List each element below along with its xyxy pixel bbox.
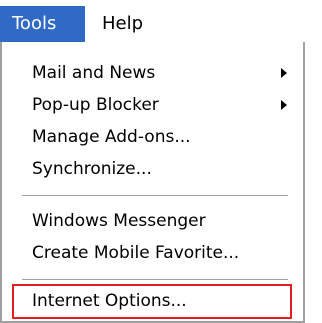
submenu-arrow-icon: [281, 100, 287, 110]
menu-item-popup-blocker[interactable]: Pop-up Blocker: [2, 89, 303, 121]
menu-item-internet-options[interactable]: Internet Options...: [2, 285, 303, 317]
menu-item-manage-addons[interactable]: Manage Add-ons...: [2, 121, 303, 153]
menu-item-windows-messenger[interactable]: Windows Messenger: [2, 205, 303, 237]
submenu-arrow-icon: [281, 68, 287, 78]
menu-separator: [22, 279, 288, 280]
tools-dropdown-menu: Mail and News Pop-up Blocker Manage Add-…: [0, 42, 305, 323]
menu-item-label: Manage Add-ons...: [32, 127, 191, 147]
menubar-tools[interactable]: Tools: [0, 6, 85, 42]
menubar-help[interactable]: Help: [92, 6, 153, 42]
menu-item-mail-and-news[interactable]: Mail and News: [2, 57, 303, 89]
menu-item-label: Synchronize...: [32, 159, 152, 179]
menu-item-synchronize[interactable]: Synchronize...: [2, 153, 303, 185]
menu-bar: Tools Help: [0, 0, 322, 42]
ie-tools-menu-screenshot: Tools Help Mail and News Pop-up Blocker …: [0, 0, 322, 323]
menu-item-label: Windows Messenger: [32, 211, 206, 231]
menu-item-label: Mail and News: [32, 63, 156, 83]
menu-item-create-mobile-favorite[interactable]: Create Mobile Favorite...: [2, 237, 303, 269]
menu-item-label: Create Mobile Favorite...: [32, 243, 240, 263]
menu-separator: [22, 195, 288, 196]
menu-item-label: Pop-up Blocker: [32, 95, 159, 115]
menu-item-label: Internet Options...: [32, 291, 187, 311]
